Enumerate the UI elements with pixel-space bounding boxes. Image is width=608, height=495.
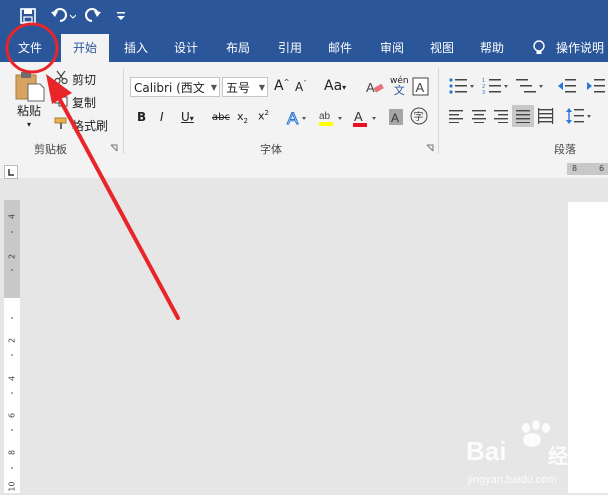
watermark-url: jingyan.baidu.com: [468, 474, 557, 486]
highlight-circle: [5, 22, 59, 74]
watermark-brand-cn: 经验: [548, 444, 588, 468]
arrow-head: [46, 74, 72, 104]
arrow-line: [56, 94, 180, 320]
watermark-brand: Bai: [466, 436, 507, 466]
watermark: Bai 经验 jingyan.baidu.com: [466, 418, 608, 493]
